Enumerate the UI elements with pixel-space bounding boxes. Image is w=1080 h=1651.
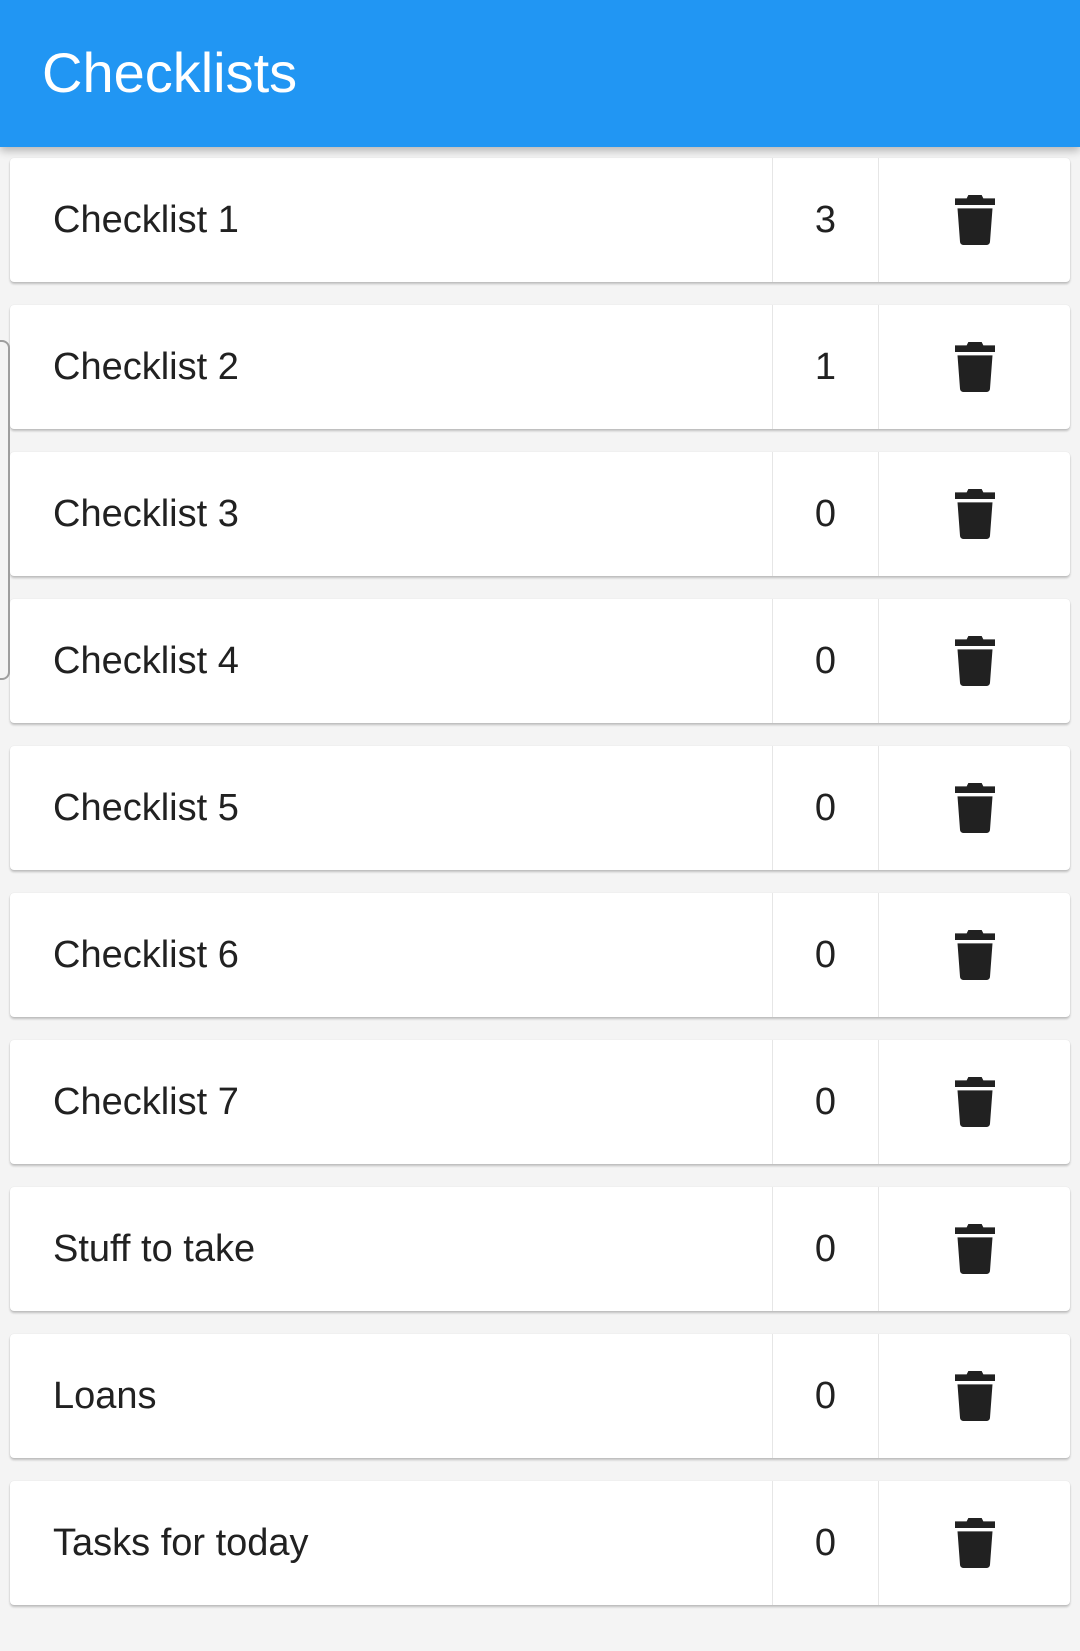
delete-button[interactable]: [879, 1481, 1070, 1605]
list-item[interactable]: Checklist 2 1: [10, 305, 1070, 429]
checklist-name[interactable]: Checklist 1: [10, 158, 773, 282]
list-item[interactable]: Checklist 7 0: [10, 1040, 1070, 1164]
delete-button[interactable]: [879, 1040, 1070, 1164]
checklist-name[interactable]: Checklist 2: [10, 305, 773, 429]
delete-button[interactable]: [879, 452, 1070, 576]
item-count: 0: [773, 1187, 879, 1311]
trash-icon: [954, 1518, 995, 1568]
trash-icon: [954, 1371, 995, 1421]
item-count: 0: [773, 1040, 879, 1164]
list-item[interactable]: Tasks for today 0: [10, 1481, 1070, 1605]
item-count: 0: [773, 1334, 879, 1458]
checklist-name[interactable]: Stuff to take: [10, 1187, 773, 1311]
list-item[interactable]: Checklist 6 0: [10, 893, 1070, 1017]
delete-button[interactable]: [879, 305, 1070, 429]
edge-drag-handle[interactable]: [0, 340, 10, 680]
checklist-name[interactable]: Checklist 6: [10, 893, 773, 1017]
list-item[interactable]: Loans 0: [10, 1334, 1070, 1458]
delete-button[interactable]: [879, 746, 1070, 870]
trash-icon: [954, 636, 995, 686]
checklist-name[interactable]: Loans: [10, 1334, 773, 1458]
delete-button[interactable]: [879, 1334, 1070, 1458]
trash-icon: [954, 930, 995, 980]
checklist-name[interactable]: Checklist 5: [10, 746, 773, 870]
list-item[interactable]: Checklist 3 0: [10, 452, 1070, 576]
item-count: 0: [773, 452, 879, 576]
trash-icon: [954, 1077, 995, 1127]
item-count: 1: [773, 305, 879, 429]
item-count: 3: [773, 158, 879, 282]
list-item[interactable]: Checklist 5 0: [10, 746, 1070, 870]
delete-button[interactable]: [879, 599, 1070, 723]
trash-icon: [954, 489, 995, 539]
app-bar: Checklists: [0, 0, 1080, 147]
item-count: 0: [773, 599, 879, 723]
delete-button[interactable]: [879, 893, 1070, 1017]
trash-icon: [954, 195, 995, 245]
checklist-list: Checklist 1 3 Checklist 2 1 Checklist 3 …: [10, 158, 1070, 1628]
trash-icon: [954, 783, 995, 833]
page-title: Checklists: [42, 41, 298, 104]
checklist-name[interactable]: Checklist 3: [10, 452, 773, 576]
list-item[interactable]: Checklist 1 3: [10, 158, 1070, 282]
item-count: 0: [773, 1481, 879, 1605]
item-count: 0: [773, 893, 879, 1017]
delete-button[interactable]: [879, 158, 1070, 282]
delete-button[interactable]: [879, 1187, 1070, 1311]
list-item[interactable]: Checklist 4 0: [10, 599, 1070, 723]
checklist-name[interactable]: Checklist 7: [10, 1040, 773, 1164]
checklist-name[interactable]: Checklist 4: [10, 599, 773, 723]
item-count: 0: [773, 746, 879, 870]
trash-icon: [954, 342, 995, 392]
checklist-name[interactable]: Tasks for today: [10, 1481, 773, 1605]
list-item[interactable]: Stuff to take 0: [10, 1187, 1070, 1311]
trash-icon: [954, 1224, 995, 1274]
